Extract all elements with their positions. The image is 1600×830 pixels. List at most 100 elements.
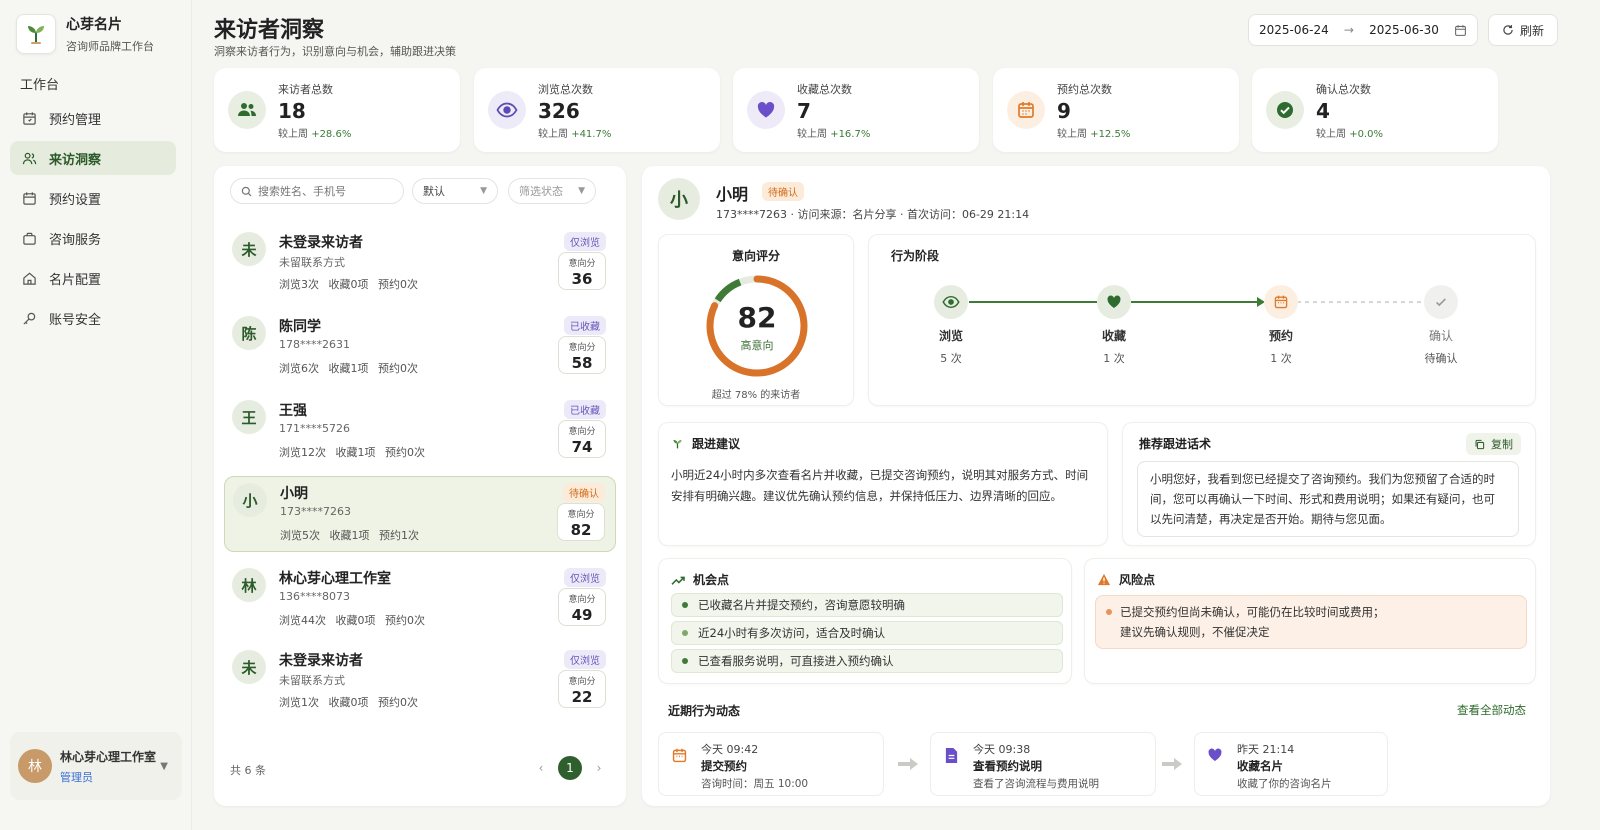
status-badge: 已收藏 xyxy=(564,316,606,335)
stage-appointment: 预约 1 次 xyxy=(1241,285,1321,366)
stage-count: 5 次 xyxy=(940,352,962,365)
intent-score-box: 意向分 82 xyxy=(557,503,605,541)
sidebar-item-label: 预约管理 xyxy=(49,112,102,128)
chevron-right-icon[interactable]: › xyxy=(590,761,608,775)
chevron-down-icon: ▼ xyxy=(480,186,487,196)
follow-up-suggestion-card: 跟进建议 小明近24小时内多次查看名片并收藏，已提交咨询预约，说明其对服务方式、… xyxy=(658,422,1108,546)
chevron-down-icon[interactable]: ▼ xyxy=(160,761,168,772)
stage-favorite: 收藏 1 次 xyxy=(1074,285,1154,366)
list-item: 近24小时有多次访问，适合及时确认 xyxy=(671,621,1063,645)
intent-level: 高意向 xyxy=(740,339,774,352)
risk-card: 风险点 已提交预约但尚未确认，可能仍在比较时间或费用； 建议先确认规则，不催促决… xyxy=(1084,558,1536,684)
view-all-activity-link[interactable]: 查看全部动态 xyxy=(1457,702,1526,718)
sort-select[interactable]: 默认 ▼ xyxy=(412,178,498,204)
list-item[interactable]: 未 未登录来访者 未留联系方式 浏览3次 收藏0项 预约0次 仅浏览 意向分 3… xyxy=(224,226,616,302)
intent-score-box: 意向分 22 xyxy=(558,670,606,708)
chevron-left-icon[interactable]: ‹ xyxy=(532,761,550,775)
sidebar-item-account-security[interactable]: 账号安全 xyxy=(10,301,176,335)
check-icon xyxy=(1424,285,1458,319)
status-filter-placeholder: 筛选状态 xyxy=(519,185,563,198)
stage-count: 1 次 xyxy=(1270,352,1292,365)
stage-name: 确认 xyxy=(1428,329,1453,343)
stat-value: 7 xyxy=(797,98,811,123)
date-end: 2025-06-30 xyxy=(1369,23,1439,37)
activity-item[interactable]: 今天 09:38 查看预约说明 查看了咨询流程与费用说明 xyxy=(930,732,1156,796)
page-subtitle: 洞察来访者行为，识别意向与机会，辅助跟进决策 xyxy=(214,45,456,58)
stat-compare: 较上周 +28.6% xyxy=(278,128,352,140)
visitor-stats: 浏览6次 收藏1项 预约0次 xyxy=(279,362,418,375)
activity-name: 收藏名片 xyxy=(1237,759,1283,773)
sidebar-item-services[interactable]: 咨询服务 xyxy=(10,221,176,255)
stat-label: 确认总次数 xyxy=(1316,82,1371,96)
visitor-phone: 未留联系方式 xyxy=(279,256,345,269)
pagination: ‹ 1 › xyxy=(532,756,608,780)
risk-text: 已提交预约但尚未确认，可能仍在比较时间或费用； 建议先确认规则，不催促决定 xyxy=(1095,595,1527,649)
visitor-stats: 浏览44次 收藏0项 预约0次 xyxy=(279,614,425,627)
eye-icon xyxy=(934,285,968,319)
list-item[interactable]: 王 王强 171****5726 浏览12次 收藏1项 预约0次 已收藏 意向分… xyxy=(224,394,616,470)
stat-change: +16.7% xyxy=(830,128,871,140)
list-item-selected[interactable]: 小 小明 173****7263 浏览5次 收藏1项 预约1次 待确认 意向分 … xyxy=(224,476,616,552)
sidebar-item-card-config[interactable]: 名片配置 xyxy=(10,261,176,295)
risk-title: 风险点 xyxy=(1097,571,1155,588)
sidebar-item-visitor-insight[interactable]: 来访洞察 xyxy=(10,141,176,175)
nav-section-title: 工作台 xyxy=(20,78,60,93)
sidebar-item-label: 预约设置 xyxy=(49,192,102,208)
search-box[interactable] xyxy=(230,178,404,204)
home-icon xyxy=(23,272,36,285)
heart-icon xyxy=(1097,285,1131,319)
refresh-icon xyxy=(1503,25,1513,35)
stat-card-visitors: 来访者总数 18 较上周 +28.6% xyxy=(214,68,460,152)
calendar-icon xyxy=(1455,24,1466,36)
status-badge: 已收藏 xyxy=(564,400,606,419)
list-item[interactable]: 林 林心芽心理工作室 136****8073 浏览44次 收藏0项 预约0次 仅… xyxy=(224,562,616,638)
visitor-phone: 173****7263 xyxy=(280,505,351,518)
intent-score-value: 82 xyxy=(737,301,777,334)
stat-card-appointments: 预约总次数 9 较上周 +12.5% xyxy=(993,68,1239,152)
sprout-logo-icon xyxy=(16,14,56,54)
suggestion-title: 跟进建议 xyxy=(671,435,740,452)
eye-icon xyxy=(488,91,526,129)
page-number[interactable]: 1 xyxy=(558,756,582,780)
trend-up-icon xyxy=(671,576,685,585)
stage-name: 预约 xyxy=(1268,329,1293,343)
stage-count: 待确认 xyxy=(1424,352,1458,365)
date-range-picker[interactable]: 2025-06-24 → 2025-06-30 xyxy=(1248,14,1478,46)
copy-button[interactable]: 复制 xyxy=(1466,433,1521,455)
intent-score-box: 意向分 58 xyxy=(558,336,606,374)
activity-item[interactable]: 昨天 21:14 收藏名片 收藏了你的咨询名片 xyxy=(1194,732,1388,796)
calendar-icon xyxy=(669,745,689,765)
stage-browse: 浏览 5 次 xyxy=(911,285,991,366)
visitor-detail-panel: 小 小明 待确认 173****7263 · 访问来源：名片分享 · 首次访问：… xyxy=(642,166,1550,806)
intent-score: 22 xyxy=(571,688,593,706)
list-item[interactable]: 未 未登录来访者 未留联系方式 浏览1次 收藏0项 预约0次 仅浏览 意向分 2… xyxy=(224,644,616,720)
stat-value: 18 xyxy=(278,98,306,123)
users-icon xyxy=(228,91,266,129)
calendar-settings-icon xyxy=(23,191,36,205)
visitor-name: 陈同学 xyxy=(279,319,321,335)
list-item[interactable]: 陈 陈同学 178****2631 浏览6次 收藏1项 预约0次 已收藏 意向分… xyxy=(224,310,616,386)
brand: 心芽名片 咨询师品牌工作台 xyxy=(16,14,154,54)
stat-compare: 较上周 +16.7% xyxy=(797,128,871,140)
stat-card-views: 浏览总次数 326 较上周 +41.7% xyxy=(474,68,720,152)
stage-confirm: 确认 待确认 xyxy=(1401,285,1481,366)
avatar: 小 xyxy=(658,178,700,220)
activity-name: 查看预约说明 xyxy=(973,759,1042,773)
visitor-name: 未登录来访者 xyxy=(279,653,363,669)
date-start: 2025-06-24 xyxy=(1259,23,1329,37)
refresh-button[interactable]: 刷新 xyxy=(1488,14,1558,46)
activity-item[interactable]: 今天 09:42 提交预约 咨询时间：周五 10:00 xyxy=(658,732,884,796)
stat-change: +28.6% xyxy=(311,128,352,140)
user-card[interactable]: 林 林心芽心理工作室 管理员 ▼ xyxy=(10,732,182,800)
stat-compare: 较上周 +41.7% xyxy=(538,128,612,140)
sidebar-item-appointment-settings[interactable]: 预约设置 xyxy=(10,181,176,215)
sidebar-item-appointments[interactable]: 预约管理 xyxy=(10,101,176,135)
intent-score-box: 意向分 36 xyxy=(558,252,606,290)
sidebar-item-label: 来访洞察 xyxy=(49,152,102,168)
status-filter-select[interactable]: 筛选状态 ▼ xyxy=(508,178,596,204)
search-input[interactable] xyxy=(258,184,398,198)
score-title: 意向评分 xyxy=(731,249,780,263)
heart-icon xyxy=(1205,745,1225,765)
check-circle-icon xyxy=(1266,91,1304,129)
visitor-stats: 浏览12次 收藏1项 预约0次 xyxy=(279,446,425,459)
